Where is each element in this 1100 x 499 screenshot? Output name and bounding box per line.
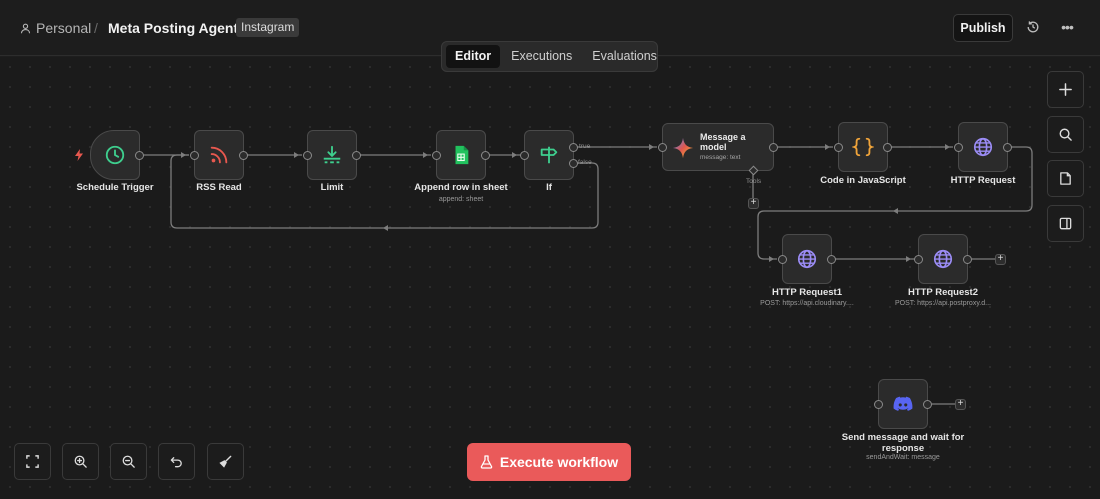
- node-subtitle: sendAndWait: message: [866, 454, 940, 461]
- signpost-icon: [540, 146, 558, 164]
- output-handle[interactable]: [239, 151, 248, 160]
- workflow-tag[interactable]: Instagram: [236, 18, 300, 37]
- flask-icon: [480, 455, 493, 469]
- tab-executions[interactable]: Executions: [502, 45, 581, 68]
- output-handle[interactable]: [1003, 143, 1012, 152]
- publish-button[interactable]: Publish: [953, 14, 1013, 42]
- node-label: Message a model: [700, 132, 746, 152]
- output-handle[interactable]: [769, 143, 778, 152]
- rss-icon: [210, 146, 228, 164]
- sticky-note-icon: [1060, 172, 1071, 185]
- execute-label: Execute workflow: [499, 454, 619, 470]
- true-branch-label: true: [579, 143, 591, 150]
- clock-icon: [105, 145, 125, 165]
- false-branch-label: false: [578, 159, 592, 166]
- sidebar-panel-icon: [1059, 217, 1072, 230]
- node-code-javascript[interactable]: [834, 122, 892, 172]
- output-handle[interactable]: [883, 143, 892, 152]
- limit-icon: [323, 145, 341, 164]
- gemini-icon: [672, 137, 694, 159]
- lightning-icon: [75, 149, 83, 161]
- more-options-icon[interactable]: •••: [1058, 19, 1076, 37]
- input-handle[interactable]: [954, 143, 963, 152]
- add-tool-button[interactable]: +: [748, 198, 759, 209]
- sticky-note-toolbar-button[interactable]: [1047, 160, 1084, 197]
- globe-icon: [973, 137, 993, 157]
- input-handle[interactable]: [914, 255, 923, 264]
- app-window: Personal / Meta Posting Agent Instagram …: [0, 0, 1100, 499]
- output-handle[interactable]: [827, 255, 836, 264]
- output-handle[interactable]: [352, 151, 361, 160]
- add-node-button[interactable]: +: [995, 254, 1006, 265]
- fullscreen-icon: [26, 455, 39, 468]
- node-schedule-trigger[interactable]: [90, 130, 144, 180]
- output-handle[interactable]: [135, 151, 144, 160]
- panel-toggle-toolbar-button[interactable]: [1047, 205, 1084, 242]
- sheets-icon: [455, 145, 469, 165]
- tab-editor[interactable]: Editor: [446, 45, 501, 68]
- input-handle[interactable]: [303, 151, 312, 160]
- node-message-model[interactable]: Message a model message: text: [658, 123, 778, 176]
- node-http-request[interactable]: [954, 122, 1012, 172]
- input-handle[interactable]: [778, 255, 787, 264]
- zoom-in-icon: [74, 455, 87, 468]
- braces-icon: [852, 137, 874, 157]
- node-discord-send-wait[interactable]: [874, 379, 932, 429]
- discord-icon: [893, 396, 913, 411]
- plus-icon: [1059, 83, 1072, 96]
- node-subtitle: message: text: [700, 154, 741, 161]
- output-handle[interactable]: [923, 400, 932, 409]
- node-label: Limit: [320, 182, 344, 193]
- node-limit[interactable]: [303, 130, 361, 180]
- input-handle[interactable]: [834, 143, 843, 152]
- input-handle[interactable]: [190, 151, 199, 160]
- zoom-out-button[interactable]: [110, 443, 147, 480]
- search-toolbar-button[interactable]: [1047, 116, 1084, 153]
- node-label: HTTP Request1: [771, 287, 843, 298]
- input-handle[interactable]: [874, 400, 883, 409]
- input-handle[interactable]: [520, 151, 529, 160]
- input-handle[interactable]: [658, 143, 667, 152]
- workflow-title[interactable]: Meta Posting Agent: [108, 18, 238, 38]
- node-rss-read[interactable]: [190, 130, 248, 180]
- zoom-in-button[interactable]: [62, 443, 99, 480]
- node-label: HTTP Request: [950, 175, 1016, 186]
- workspace-label: Personal: [36, 20, 92, 36]
- output-handle[interactable]: [963, 255, 972, 264]
- node-http-request2[interactable]: [914, 234, 972, 284]
- view-tabs: Editor Executions Evaluations: [441, 41, 658, 72]
- output-handle[interactable]: [481, 151, 490, 160]
- node-subtitle: append: sheet: [438, 196, 484, 203]
- add-node-toolbar-button[interactable]: [1047, 71, 1084, 108]
- tidy-up-button[interactable]: [207, 443, 244, 480]
- node-subtitle: POST: https://api.postproxy.d...: [895, 300, 991, 307]
- node-label: Code in JavaScript: [820, 175, 906, 186]
- zoom-out-icon: [122, 455, 135, 468]
- fit-view-button[interactable]: [14, 443, 51, 480]
- tab-evaluations[interactable]: Evaluations: [583, 45, 666, 68]
- true-output-handle[interactable]: [569, 143, 578, 152]
- broom-icon: [219, 455, 232, 468]
- undo-button[interactable]: [158, 443, 195, 480]
- input-handle[interactable]: [432, 151, 441, 160]
- node-label: Send message and wait for response: [841, 432, 965, 454]
- globe-icon: [797, 249, 817, 269]
- node-http-request1[interactable]: [778, 234, 836, 284]
- false-output-handle[interactable]: [569, 159, 578, 168]
- execute-workflow-button[interactable]: Execute workflow: [467, 443, 631, 481]
- node-label: HTTP Request2: [907, 287, 979, 298]
- undo-icon: [170, 457, 182, 468]
- node-append-row-sheet[interactable]: [432, 130, 490, 180]
- tools-label: Tools: [746, 178, 762, 185]
- node-label: If: [546, 182, 552, 193]
- history-icon[interactable]: [1025, 19, 1041, 35]
- breadcrumb-separator: /: [94, 20, 98, 36]
- user-icon: [20, 23, 31, 33]
- globe-icon: [933, 249, 953, 269]
- node-if[interactable]: [520, 130, 578, 180]
- search-icon: [1059, 128, 1072, 141]
- breadcrumb-workspace[interactable]: Personal: [20, 18, 91, 38]
- add-node-button[interactable]: +: [955, 399, 966, 410]
